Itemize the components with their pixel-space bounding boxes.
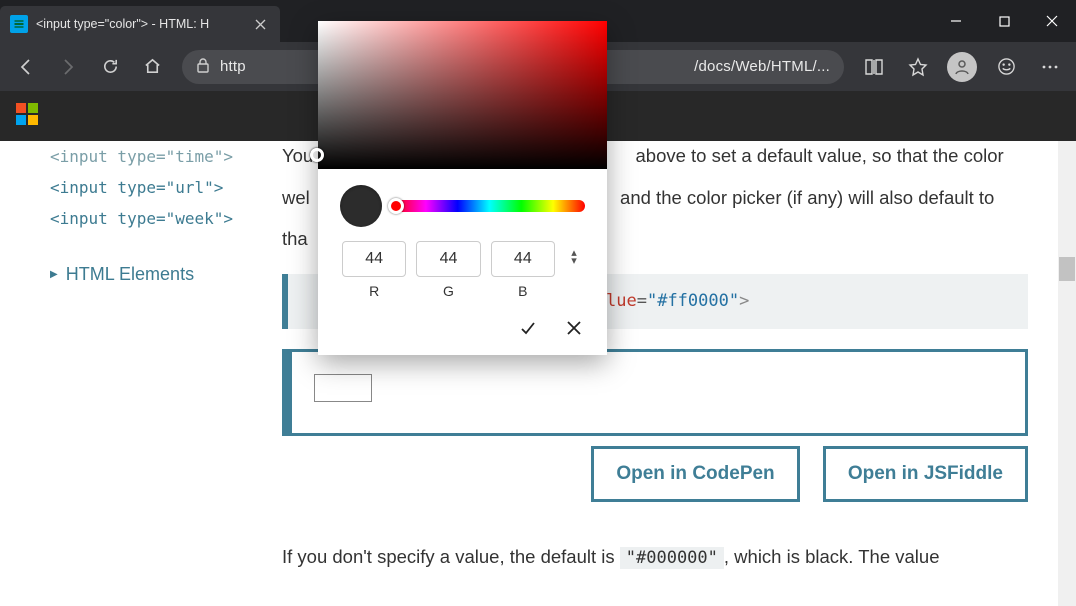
feedback-icon[interactable]: [986, 47, 1026, 87]
profile-avatar[interactable]: [942, 47, 982, 87]
window-close-icon[interactable]: [1028, 0, 1076, 42]
more-icon[interactable]: [1030, 47, 1070, 87]
open-jsfiddle-button[interactable]: Open in JSFiddle: [823, 446, 1028, 502]
vertical-scrollbar[interactable]: [1058, 141, 1076, 606]
nav-back-icon[interactable]: [6, 47, 46, 87]
nav-item-input-time[interactable]: <input type="time">: [50, 141, 266, 172]
format-toggle-icon[interactable]: ▴▾: [565, 249, 583, 265]
url-right: /docs/Web/HTML/...: [694, 58, 830, 75]
picker-cancel-icon[interactable]: [563, 317, 585, 339]
picker-confirm-icon[interactable]: [517, 317, 539, 339]
tab-favicon: [10, 15, 28, 33]
sv-cursor-icon[interactable]: [310, 148, 324, 162]
microsoft-logo-icon: [16, 103, 38, 125]
color-picker-popup: R G B ▴▾: [318, 21, 607, 355]
nav-forward-icon: [48, 47, 88, 87]
green-label: G: [416, 283, 480, 299]
url-left: http: [220, 58, 246, 75]
browser-tab[interactable]: <input type="color"> - HTML: H: [0, 6, 280, 42]
lock-icon: [196, 57, 210, 77]
saturation-value-panel[interactable]: [318, 21, 607, 169]
window-controls: [932, 0, 1076, 42]
favorite-icon[interactable]: [898, 47, 938, 87]
nav-item-input-week[interactable]: <input type="week">: [50, 203, 266, 234]
nav-item-input-url[interactable]: <input type="url">: [50, 172, 266, 203]
hue-slider[interactable]: [394, 200, 585, 212]
left-nav: <input type="time"> <input type="url"> <…: [0, 141, 274, 606]
live-example: [282, 349, 1028, 436]
red-input[interactable]: [342, 241, 406, 277]
tail-paragraph: If you don't specify a value, the defaul…: [282, 542, 1028, 572]
disclosure-triangle-icon: ▶: [50, 269, 58, 280]
para-fragment: tha: [282, 228, 308, 249]
para-fragment: and the color picker (if any) will also …: [620, 187, 994, 208]
nav-home-icon[interactable]: [132, 47, 172, 87]
para-fragment: wel: [282, 187, 310, 208]
inline-code: "#000000": [620, 547, 724, 569]
blue-input[interactable]: [491, 241, 555, 277]
color-input[interactable]: [314, 374, 372, 402]
window-maximize-icon[interactable]: [980, 0, 1028, 42]
reading-list-icon[interactable]: [854, 47, 894, 87]
color-preview: [340, 185, 382, 227]
blue-label: B: [491, 283, 555, 299]
green-input[interactable]: [416, 241, 480, 277]
hue-thumb-icon[interactable]: [388, 198, 404, 214]
open-codepen-button[interactable]: Open in CodePen: [591, 446, 799, 502]
window-minimize-icon[interactable]: [932, 0, 980, 42]
nav-refresh-icon[interactable]: [90, 47, 130, 87]
scrollbar-thumb[interactable]: [1059, 257, 1075, 281]
tab-close-icon[interactable]: [250, 14, 270, 34]
para-fragment: above to set a default value, so that th…: [636, 145, 1004, 166]
nav-section-html-elements[interactable]: ▶ HTML Elements: [50, 264, 266, 285]
para-fragment: You: [282, 145, 313, 166]
red-label: R: [342, 283, 406, 299]
tab-title: <input type="color"> - HTML: H: [36, 17, 246, 31]
